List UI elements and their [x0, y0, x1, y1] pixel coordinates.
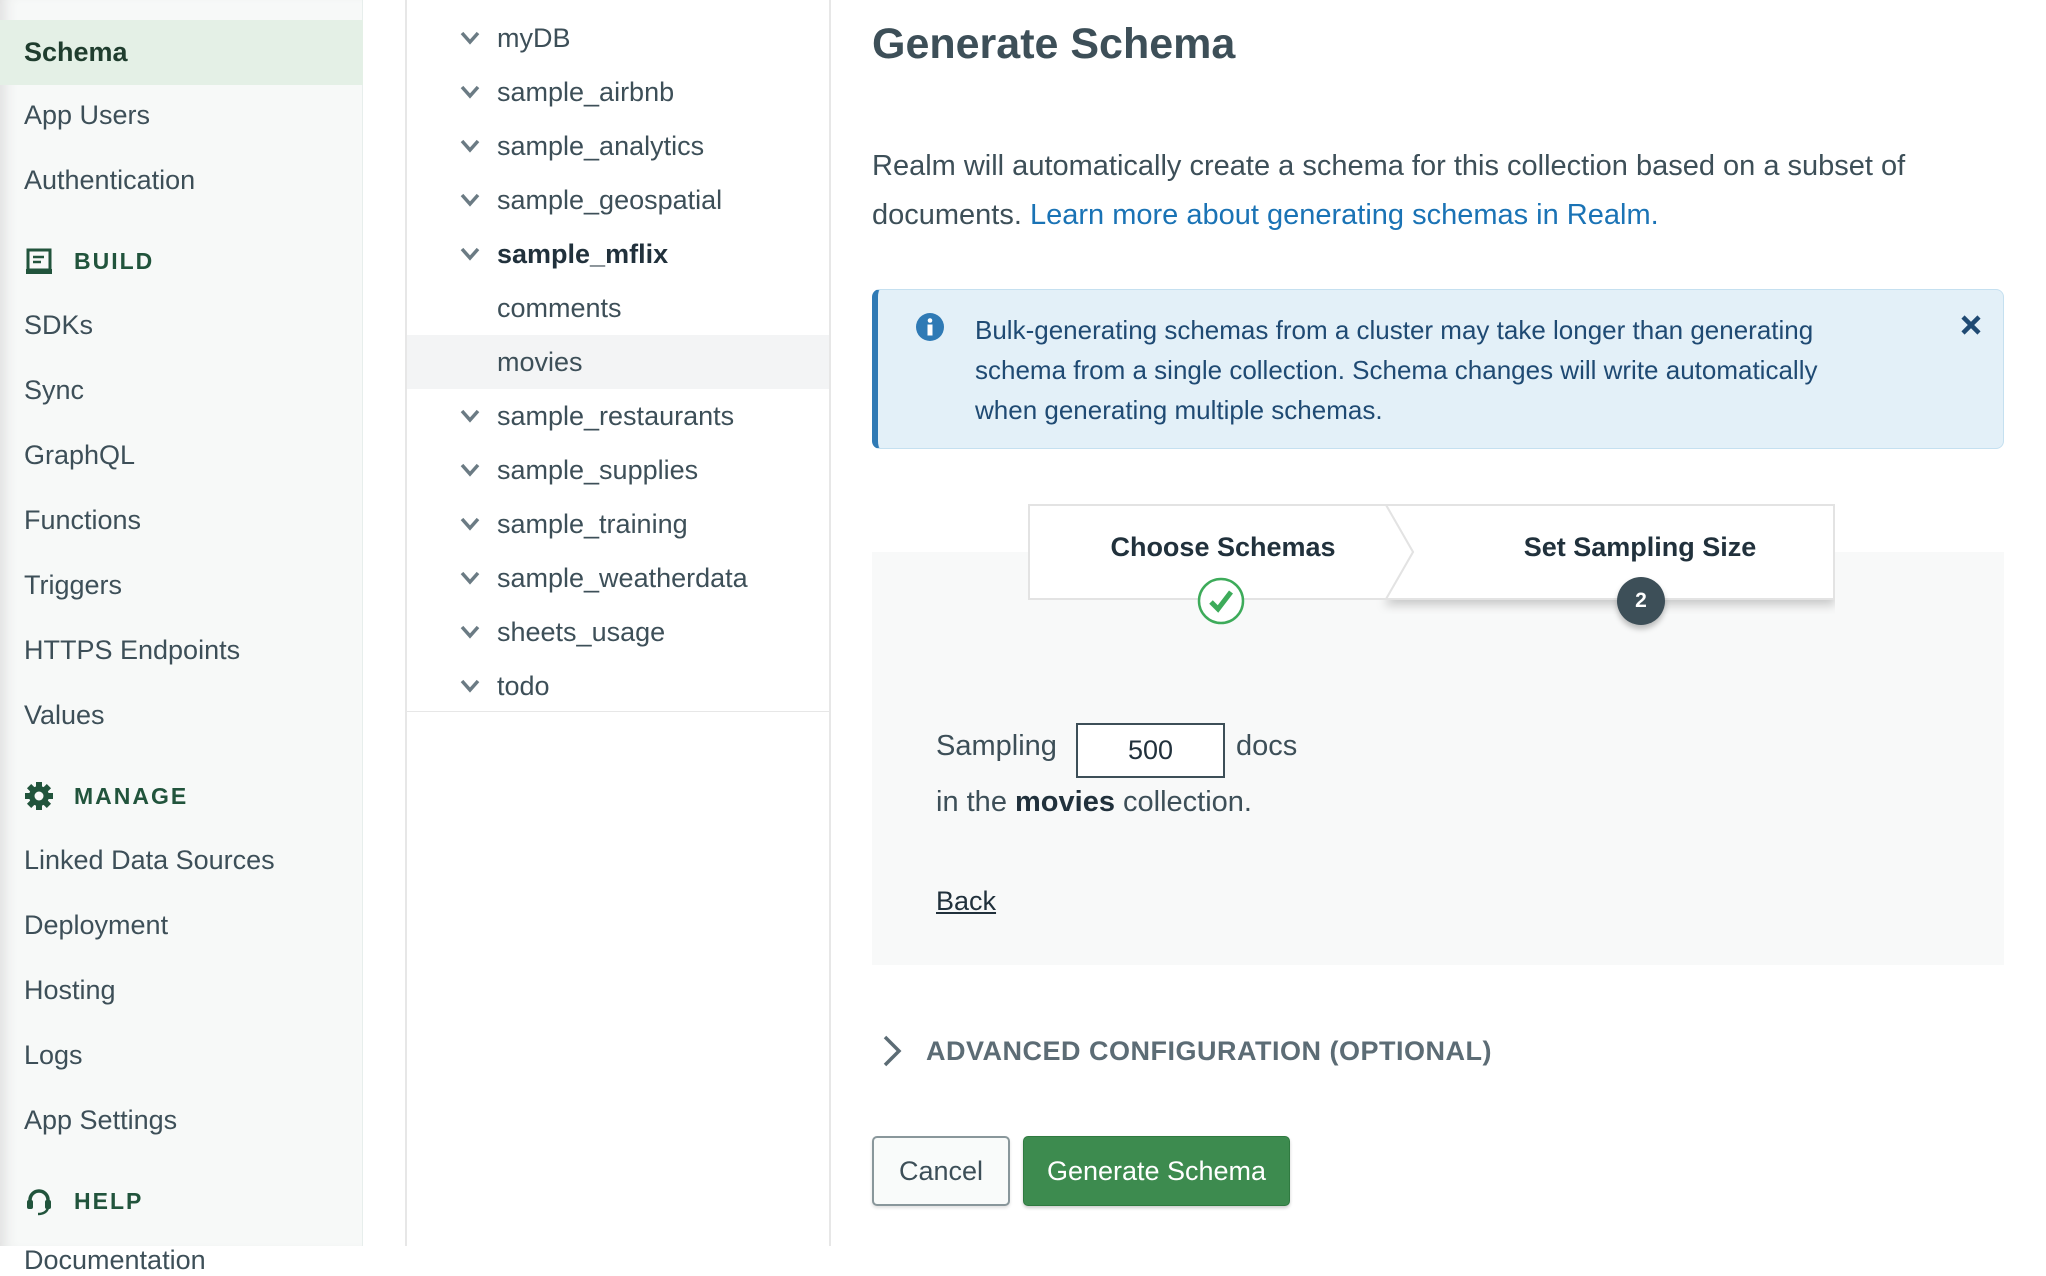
chevron-right-icon — [883, 1035, 902, 1067]
tree-item-label: sample_analytics — [497, 130, 705, 161]
chevron-down-icon[interactable] — [459, 135, 481, 157]
collection-line-post: collection. — [1123, 786, 1252, 818]
section-build: BUILD — [24, 246, 154, 276]
sampling-suffix: docs — [1236, 730, 1298, 762]
sidebar-item-hosting[interactable]: Hosting — [24, 975, 116, 1006]
advanced-config-label: ADVANCED CONFIGURATION (OPTIONAL) — [926, 1035, 1492, 1066]
sidebar-item-functions[interactable]: Functions — [24, 505, 141, 536]
sidebar: Schema App Users Authentication BUILD SD… — [0, 0, 363, 1275]
info-banner-text: Bulk-generating schemas from a cluster m… — [975, 315, 1818, 425]
section-manage: MANAGE — [24, 781, 188, 811]
tree-item[interactable]: sheets_usage — [407, 605, 829, 659]
sidebar-item-deployment[interactable]: Deployment — [24, 910, 168, 941]
intro-text: Realm will automatically create a schema… — [872, 142, 2004, 240]
tree-item[interactable]: sample_weatherdata — [407, 551, 829, 605]
build-icon — [26, 248, 52, 274]
sidebar-item-graphql[interactable]: GraphQL — [24, 440, 135, 471]
tree-item-label: myDB — [497, 22, 571, 53]
chevron-down-icon[interactable] — [459, 675, 481, 697]
tree-item-label: sample_airbnb — [497, 76, 675, 107]
step-number-badge: 2 — [1617, 577, 1665, 625]
chevron-down-icon[interactable] — [459, 189, 481, 211]
tree-item-label: sample_restaurants — [497, 400, 735, 431]
tree-item[interactable]: sample_restaurants — [407, 389, 829, 443]
tree-item[interactable]: myDB — [407, 11, 829, 65]
info-icon — [916, 313, 944, 341]
sidebar-item-app-settings[interactable]: App Settings — [24, 1105, 177, 1136]
tree-item-label: sample_geospatial — [497, 184, 723, 215]
info-banner: Bulk-generating schemas from a cluster m… — [872, 289, 2004, 449]
chevron-down-icon[interactable] — [459, 405, 481, 427]
learn-more-link[interactable]: Learn more about generating schemas in R… — [1030, 199, 1659, 231]
tree-item-label: sheets_usage — [497, 616, 666, 647]
sidebar-item-linked-data-sources[interactable]: Linked Data Sources — [24, 845, 275, 876]
sidebar-item-documentation[interactable]: Documentation — [24, 1245, 206, 1276]
sampling-prefix: Sampling — [936, 730, 1057, 762]
step-choose-schemas[interactable]: Choose Schemas — [1028, 532, 1418, 563]
tree-item[interactable]: comments — [407, 281, 829, 335]
chevron-down-icon[interactable] — [459, 567, 481, 589]
chevron-down-icon[interactable] — [459, 81, 481, 103]
sampling-size-input[interactable] — [1076, 723, 1225, 778]
advanced-config-toggle[interactable]: ADVANCED CONFIGURATION (OPTIONAL) — [880, 1034, 1492, 1068]
tree-item[interactable]: sample_supplies — [407, 443, 829, 497]
step-set-sampling-size[interactable]: Set Sampling Size — [1428, 532, 1852, 563]
sidebar-item-authentication[interactable]: Authentication — [24, 165, 195, 196]
tree-item[interactable]: todo — [407, 659, 829, 713]
sidebar-item-sdks[interactable]: SDKs — [24, 310, 93, 341]
check-circle-icon — [1197, 577, 1245, 625]
collection-line: in the movies collection. — [936, 786, 1252, 819]
section-manage-label: MANAGE — [74, 782, 189, 809]
section-help-label: HELP — [74, 1187, 144, 1214]
chevron-down-icon[interactable] — [459, 27, 481, 49]
tree-item-label: sample_training — [497, 508, 688, 539]
collection-tree: myDB sample_airbnb sample_analytics sample_… — [405, 0, 831, 1246]
sidebar-item-https-endpoints[interactable]: HTTPS Endpoints — [24, 635, 240, 666]
sidebar-item-app-users[interactable]: App Users — [24, 100, 150, 131]
back-link[interactable]: Back — [936, 886, 996, 917]
sidebar-item-sync[interactable]: Sync — [24, 375, 84, 406]
page-title: Generate Schema — [872, 20, 1236, 68]
headset-icon — [27, 1189, 51, 1216]
chevron-down-icon[interactable] — [459, 459, 481, 481]
tree-divider — [405, 711, 831, 712]
collection-line-pre: in the — [936, 786, 1007, 818]
chevron-down-icon[interactable] — [459, 243, 481, 265]
sidebar-item-schema[interactable]: Schema — [0, 20, 363, 85]
tree-item[interactable]: movies — [407, 335, 829, 389]
tree-item-label: todo — [497, 670, 550, 701]
sidebar-item-logs[interactable]: Logs — [24, 1040, 83, 1071]
tree-item-label: movies — [497, 346, 583, 377]
cancel-button[interactable]: Cancel — [872, 1136, 1010, 1206]
tree-item-label: sample_weatherdata — [497, 562, 748, 593]
close-icon[interactable] — [1960, 314, 1982, 336]
generate-schema-button[interactable]: Generate Schema — [1023, 1136, 1290, 1206]
tree-item-label: sample_mflix — [497, 238, 669, 269]
tree-item[interactable]: sample_geospatial — [407, 173, 829, 227]
sidebar-item-values[interactable]: Values — [24, 700, 105, 731]
section-help: HELP — [24, 1186, 143, 1216]
tree-item[interactable]: sample_analytics — [407, 119, 829, 173]
stepper: Choose Schemas Set Sampling Size 2 — [1028, 504, 1835, 625]
chevron-down-icon[interactable] — [459, 513, 481, 535]
chevron-down-icon[interactable] — [459, 621, 481, 643]
sidebar-item-triggers[interactable]: Triggers — [24, 570, 122, 601]
gear-icon — [25, 782, 53, 810]
section-build-label: BUILD — [74, 247, 155, 274]
tree-item-label: comments — [497, 292, 622, 323]
collection-name: movies — [1015, 786, 1115, 818]
tree-item[interactable]: sample_training — [407, 497, 829, 551]
tree-item-label: sample_supplies — [497, 454, 699, 485]
tree-item[interactable]: sample_airbnb — [407, 65, 829, 119]
tree-item[interactable]: sample_mflix — [407, 227, 829, 281]
